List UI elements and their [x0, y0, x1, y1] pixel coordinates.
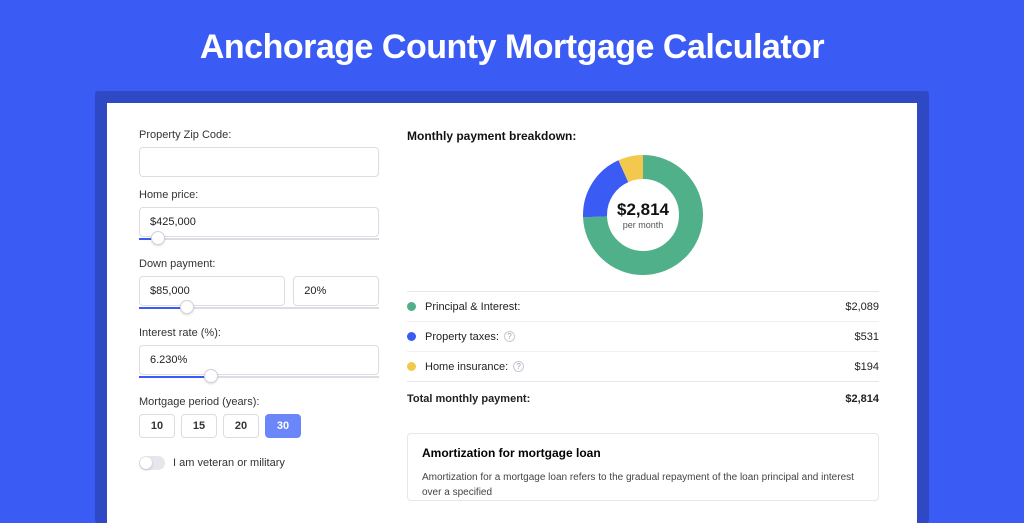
toggle-knob	[140, 457, 152, 469]
amort-text: Amortization for a mortgage loan refers …	[422, 470, 864, 500]
legend-row-tax: Property taxes:?$531	[407, 321, 879, 351]
legend-row-total: Total monthly payment:$2,814	[407, 381, 879, 415]
period-btn-30[interactable]: 30	[265, 414, 301, 438]
zip-label: Property Zip Code:	[139, 129, 379, 141]
legend-amount: $531	[855, 331, 879, 343]
legend: Principal & Interest:$2,089Property taxe…	[407, 291, 879, 415]
total-amount: $2,814	[845, 393, 879, 405]
donut-total: $2,814	[617, 200, 669, 220]
legend-amount: $2,089	[845, 301, 879, 313]
donut-sub: per month	[623, 220, 664, 230]
form-panel: Property Zip Code: Home price: Down paym…	[107, 103, 397, 523]
legend-label: Principal & Interest:	[425, 301, 845, 313]
period-buttons: 10152030	[139, 414, 379, 438]
price-group: Home price:	[139, 189, 379, 246]
legend-amount: $194	[855, 361, 879, 373]
rate-slider[interactable]	[139, 374, 379, 384]
period-label: Mortgage period (years):	[139, 396, 379, 408]
legend-dot	[407, 302, 416, 311]
period-group: Mortgage period (years): 10152030	[139, 396, 379, 438]
down-amount-input[interactable]	[139, 276, 285, 306]
down-group: Down payment:	[139, 258, 379, 315]
calculator-card: Property Zip Code: Home price: Down paym…	[107, 103, 917, 523]
card-shadow: Property Zip Code: Home price: Down paym…	[95, 91, 929, 523]
legend-label: Home insurance:?	[425, 361, 855, 373]
slider-thumb[interactable]	[180, 300, 194, 314]
page-title: Anchorage County Mortgage Calculator	[0, 0, 1024, 91]
period-btn-10[interactable]: 10	[139, 414, 175, 438]
rate-input[interactable]	[139, 345, 379, 375]
rate-label: Interest rate (%):	[139, 327, 379, 339]
legend-row-ins: Home insurance:?$194	[407, 351, 879, 381]
down-label: Down payment:	[139, 258, 379, 270]
veteran-toggle[interactable]	[139, 456, 165, 470]
price-label: Home price:	[139, 189, 379, 201]
slider-thumb[interactable]	[204, 369, 218, 383]
legend-label: Property taxes:?	[425, 331, 855, 343]
price-slider[interactable]	[139, 236, 379, 246]
veteran-label: I am veteran or military	[173, 457, 285, 469]
zip-input[interactable]	[139, 147, 379, 177]
zip-group: Property Zip Code:	[139, 129, 379, 177]
breakdown-panel: Monthly payment breakdown: $2,814 per mo…	[397, 103, 917, 523]
period-btn-20[interactable]: 20	[223, 414, 259, 438]
legend-dot	[407, 332, 416, 341]
veteran-row: I am veteran or military	[139, 456, 379, 470]
price-input[interactable]	[139, 207, 379, 237]
help-icon[interactable]: ?	[513, 361, 524, 372]
period-btn-15[interactable]: 15	[181, 414, 217, 438]
amort-heading: Amortization for mortgage loan	[422, 446, 864, 460]
help-icon[interactable]: ?	[504, 331, 515, 342]
legend-row-pi: Principal & Interest:$2,089	[407, 291, 879, 321]
rate-group: Interest rate (%):	[139, 327, 379, 384]
breakdown-heading: Monthly payment breakdown:	[407, 129, 879, 143]
donut-chart: $2,814 per month	[581, 153, 705, 277]
total-label: Total monthly payment:	[407, 393, 845, 405]
down-slider[interactable]	[139, 305, 379, 315]
slider-thumb[interactable]	[151, 231, 165, 245]
down-pct-input[interactable]	[293, 276, 379, 306]
amortization-card: Amortization for mortgage loan Amortizat…	[407, 433, 879, 501]
legend-dot	[407, 362, 416, 371]
